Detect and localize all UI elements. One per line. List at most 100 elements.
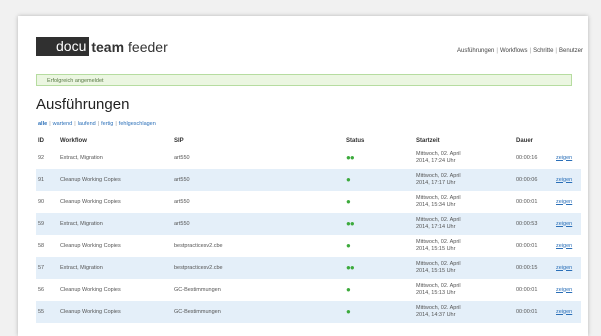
nav-item-benutzer[interactable]: Benutzer [559,48,583,54]
cell-id: 92 [38,154,45,161]
cell-startzeit: Mittwoch, 02. April 2014, 15:15 Uhr [414,257,514,279]
col-workflow: Workflow [60,138,87,144]
status-icon: ●● [346,152,355,162]
show-link[interactable]: zeigen [556,199,572,205]
start-date: Mittwoch, 02. April [416,173,461,179]
table-row: 90 Cleanup Working Copies art550 ● Mittw… [36,191,581,213]
cell-action: zeigen [554,301,581,323]
cell-startzeit: Mittwoch, 02. April 2014, 15:34 Uhr [414,191,514,213]
page-title: Ausführungen [36,96,130,113]
logo-docu: docu [36,37,90,56]
col-sip: SIP [174,138,184,144]
cell-sip: art550 [174,154,190,161]
status-icon: ● [346,196,351,206]
cell-workflow: Cleanup Working Copies [60,242,121,249]
start-time: 2014, 15:13 Uhr [416,290,456,296]
status-filters: alle | wartend | laufend | fertig | fehlgesc… [38,121,156,127]
logo: docu team feeder [36,37,168,56]
cell-workflow: Extract, Migration [58,257,172,279]
cell-action: zeigen [554,147,581,169]
cell-action: zeigen [554,235,581,257]
cell-sip: GC-Bestimmungen [172,301,344,323]
start-time: 2014, 17:14 Uhr [416,224,456,230]
cell-id: 56 [38,286,45,293]
cell-id: 59 [36,213,58,235]
cell-dauer: 00:00:01 [516,198,538,205]
cell-id: 57 [36,257,58,279]
cell-dauer: 00:00:16 [516,154,538,161]
col-action [554,135,581,147]
cell-dauer: 00:00:06 [514,169,554,191]
start-date: Mittwoch, 02. April [416,239,461,245]
cell-id: 58 [38,242,45,249]
filter-alle[interactable]: alle [38,121,47,127]
status-dots: ● [344,279,414,301]
cell-dauer: 00:00:01 [516,242,538,249]
table-row: 58 Cleanup Working Copies bestpracticesv… [36,235,581,257]
status-icon: ● [346,174,351,184]
table-row: 56 Cleanup Working Copies GC-Bestimmunge… [36,279,581,301]
status-icon: ● [346,284,351,294]
cell-sip: art550 [174,198,190,205]
filter-laufend[interactable]: laufend [78,121,96,127]
col-startzeit: Startzeit [416,138,440,144]
status-dots: ●● [344,147,414,169]
cell-sip: art550 [172,213,344,235]
status-icon: ●● [346,218,355,228]
start-time: 2014, 15:15 Uhr [416,246,456,252]
start-time: 2014, 17:24 Uhr [416,158,456,164]
status-dots: ● [344,169,414,191]
status-dots: ● [344,235,414,257]
cell-dauer: 00:00:53 [514,213,554,235]
cell-workflow: Cleanup Working Copies [58,169,172,191]
table-row: 57 Extract, Migration bestpracticesv2.cb… [36,257,581,279]
cell-action: zeigen [554,279,581,301]
table-row: 55 Cleanup Working Copies GC-Bestimmunge… [36,301,581,323]
cell-startzeit: Mittwoch, 02. April 2014, 17:14 Uhr [414,213,514,235]
show-link[interactable]: zeigen [556,287,572,293]
status-icon: ● [346,240,351,250]
show-link[interactable]: zeigen [556,265,572,271]
start-time: 2014, 14:37 Uhr [416,312,456,318]
status-icon: ●● [346,262,355,272]
executions-table: ID Workflow SIP Status Startzeit Dauer 9… [36,135,581,323]
start-time: 2014, 15:15 Uhr [416,268,456,274]
top-nav: Ausführungen | Workflows | Schritte | Benut… [457,48,583,54]
logo-team: team [91,38,125,55]
show-link[interactable]: zeigen [556,177,572,183]
status-dots: ●● [344,257,414,279]
cell-id: 91 [36,169,58,191]
cell-action: zeigen [554,191,581,213]
start-date: Mittwoch, 02. April [416,261,461,267]
col-status: Status [346,138,365,144]
cell-sip: art550 [172,169,344,191]
filter-fehlgeschlagen[interactable]: fehlgeschlagen [119,121,156,127]
cell-workflow: Cleanup Working Copies [60,198,121,205]
cell-workflow: Cleanup Working Copies [58,301,172,323]
table-row: 59 Extract, Migration art550 ●● Mittwoch… [36,213,581,235]
cell-id: 90 [38,198,45,205]
show-link[interactable]: zeigen [556,155,572,161]
status-icon: ● [346,306,351,316]
nav-item-workflows[interactable]: Workflows [500,48,528,54]
show-link[interactable]: zeigen [556,221,572,227]
col-dauer: Dauer [516,138,534,144]
cell-action: zeigen [554,213,581,235]
cell-action: zeigen [554,169,581,191]
status-dots: ● [344,191,414,213]
filter-fertig[interactable]: fertig [101,121,113,127]
cell-sip: GC-Bestimmungen [174,286,221,293]
cell-startzeit: Mittwoch, 02. April 2014, 17:24 Uhr [414,147,514,169]
cell-workflow: Extract, Migration [60,154,103,161]
logo-feeder: feeder [128,38,168,55]
nav-item-schritte[interactable]: Schritte [533,48,553,54]
filter-wartend[interactable]: wartend [53,121,73,127]
nav-item-ausfuehrungen[interactable]: Ausführungen [457,48,494,54]
show-link[interactable]: zeigen [556,243,572,249]
show-link[interactable]: zeigen [556,309,572,315]
start-time: 2014, 17:17 Uhr [416,180,456,186]
cell-startzeit: Mittwoch, 02. April 2014, 15:13 Uhr [414,279,514,301]
start-date: Mittwoch, 02. April [416,217,461,223]
cell-startzeit: Mittwoch, 02. April 2014, 15:15 Uhr [414,235,514,257]
table-row: 92 Extract, Migration art550 ●● Mittwoch… [36,147,581,169]
